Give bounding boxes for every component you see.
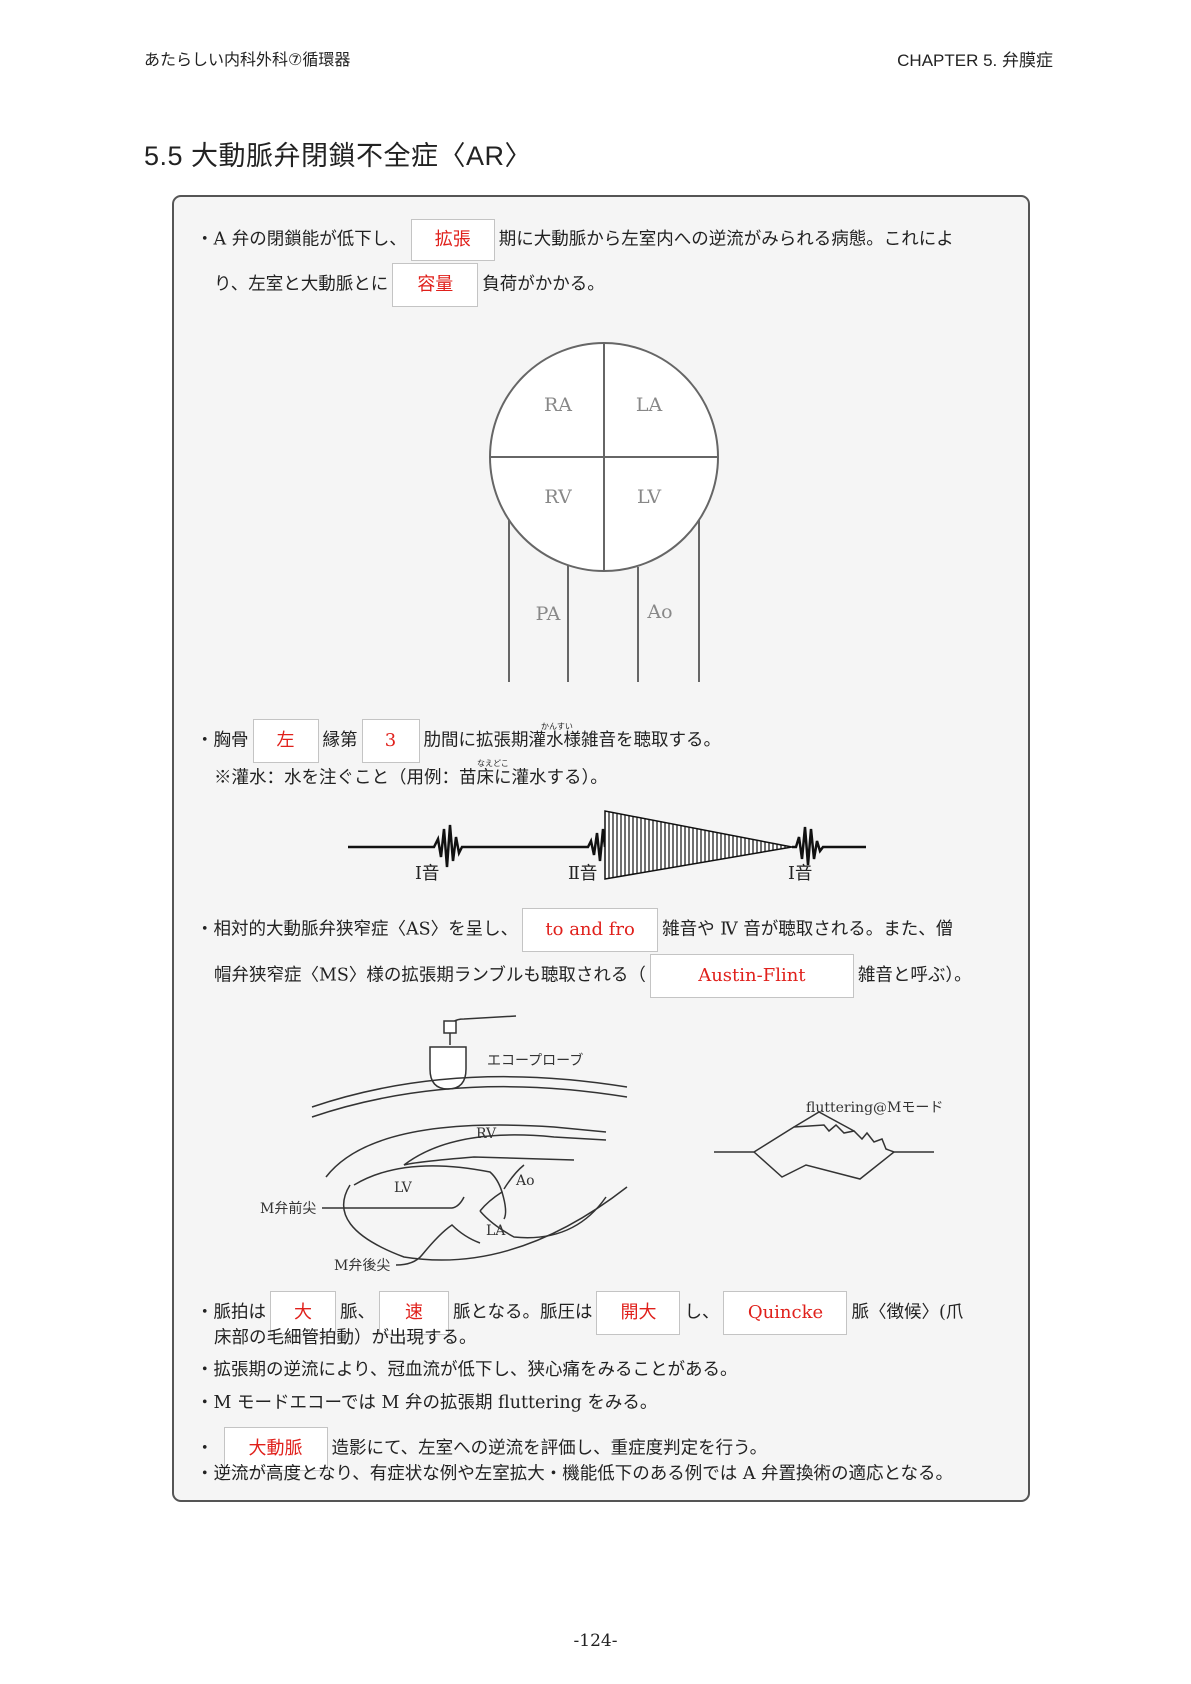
para4-line2: 床部の毛細管拍動）が出現する。 (214, 1328, 477, 1348)
waveform-path (348, 824, 607, 868)
ruby-naedoko: なえどこ (477, 759, 509, 768)
para4-text-c: 脈となる。脈圧は (453, 1302, 593, 1323)
para1-text-b: 期に大動脈から左室内への逆流がみられる病態。これによ (498, 229, 954, 250)
para2-line2: ※灌水：水を注ぐこと（用例：苗床に灌水する）。 (214, 768, 608, 788)
answer-box-left: 左 (252, 719, 319, 763)
label-ra: RA (544, 394, 572, 416)
label-m-anterior-leaflet: M弁前尖 (260, 1200, 316, 1217)
answer-box-quincke: Quincke (723, 1291, 848, 1335)
para3-text-d: 雑音と呼ぶ）。 (857, 965, 972, 986)
bullet-angiography-text: 造影にて、左室への逆流を評価し、重症度判定を行う。 (331, 1438, 768, 1459)
para4-text-d: し、 (684, 1302, 720, 1323)
ruby-kansui: かんすい (541, 722, 573, 731)
para1-line1: ・A 弁の閉鎖能が低下し、 拡張 期に大動脈から左室内への逆流がみられる病態。これに… (196, 219, 954, 261)
para3-text-a: ・相対的大動脈弁狭窄症〈AS〉を呈し、 (196, 919, 519, 940)
label-rv: RV (544, 486, 572, 508)
label-la: LA (636, 394, 663, 416)
para4-text-a: ・脈拍は (196, 1302, 266, 1323)
answer-box-austin-flint: Austin-Flint (649, 954, 854, 998)
echo-label-lv: LV (394, 1180, 413, 1196)
para3-text-b: 雑音や Ⅳ 音が聴取される。また、僧 (662, 919, 954, 940)
probe-connector (443, 1020, 457, 1034)
label-lv: LV (637, 486, 661, 508)
bullet-coronary-flow: ・拡張期の逆流により、冠血流が低下し、狭心痛をみることがある。 (196, 1360, 738, 1380)
content-panel: ・A 弁の閉鎖能が低下し、 拡張 期に大動脈から左室内への逆流がみられる病態。これに… (172, 195, 1030, 1502)
echo-diagram: エコープローブ RV LV Ao LA M弁前尖 M弁後尖 fluttering… (260, 1015, 943, 1272)
para1-text-d: 負荷がかかる。 (482, 274, 605, 295)
echo-label-la: LA (486, 1223, 506, 1239)
answer-box-third: 3 (361, 719, 420, 763)
header-chapter: CHAPTER 5. 弁膜症 (897, 51, 1053, 70)
para2-text-b: 縁第 (322, 730, 358, 751)
para2-text-c: 肋間に拡張期灌水様雑音を聴取する。 (423, 730, 722, 751)
heart-chamber-diagram: RA LA RV LV PA Ao (489, 342, 719, 682)
answer-box-kakucho: 拡張 (410, 219, 495, 261)
label-fluttering: fluttering@Mモード (806, 1100, 943, 1116)
para1-text-c: り、左室と大動脈とに (214, 274, 389, 295)
para3-text-c: 帽弁狭窄症〈MS〉様の拡張期ランブルも聴取される（ (214, 965, 646, 986)
para2-line1: ・胸骨左縁第 3 肋間に拡張期灌水様雑音を聴取する。 (196, 719, 721, 763)
bullet-marker: ・ (196, 1438, 214, 1459)
page-number: -124- (573, 1631, 618, 1651)
para3-line1: ・相対的大動脈弁狭窄症〈AS〉を呈し、 to and fro 雑音や Ⅳ 音が聴取さ… (196, 908, 953, 952)
label-s2: Ⅱ音 (568, 864, 598, 884)
echo-label-ao: Ao (515, 1173, 535, 1189)
probe-cable (449, 1015, 517, 1045)
section-title: 5.5 大動脈弁閉鎖不全症〈AR〉 (144, 141, 533, 171)
header-book-title: あたらしい内科外科⑦循環器 (144, 52, 351, 69)
para2-text-a: ・胸骨 (196, 730, 249, 751)
label-echo-probe: エコープローブ (487, 1052, 583, 1069)
label-s1-right: Ⅰ音 (788, 864, 813, 884)
label-ao: Ao (646, 601, 672, 623)
para4-text-b: 脈、 (340, 1302, 375, 1323)
answer-box-to-and-fro: to and fro (522, 908, 659, 952)
answer-box-yoryo: 容量 (392, 263, 479, 307)
label-pa: PA (536, 603, 561, 625)
echo-probe-icon (429, 1046, 467, 1090)
label-m-posterior-leaflet: M弁後尖 (334, 1258, 390, 1272)
para4-text-e: 脈〈徴候〉(爪 (851, 1302, 964, 1323)
para1-line2: り、左室と大動脈とに 容量 負荷がかかる。 (214, 263, 605, 307)
answer-box-kaidai: 開大 (596, 1291, 681, 1335)
para3-line2: 帽弁狭窄症〈MS〉様の拡張期ランブルも聴取される（ Austin-Flint 雑音と… (214, 954, 972, 998)
bullet-valve-replacement: ・逆流が高度となり、有症状な例や左室拡大・機能低下のある例では A 弁置換術の適… (196, 1464, 954, 1484)
label-s1-left: Ⅰ音 (415, 864, 440, 884)
waveform-path-right (792, 826, 866, 866)
para1-text-a: ・A 弁の閉鎖能が低下し、 (196, 229, 407, 250)
echo-label-rv: RV (476, 1126, 497, 1142)
bullet-m-mode: ・M モードエコーでは M 弁の拡張期 fluttering をみる。 (196, 1393, 658, 1413)
